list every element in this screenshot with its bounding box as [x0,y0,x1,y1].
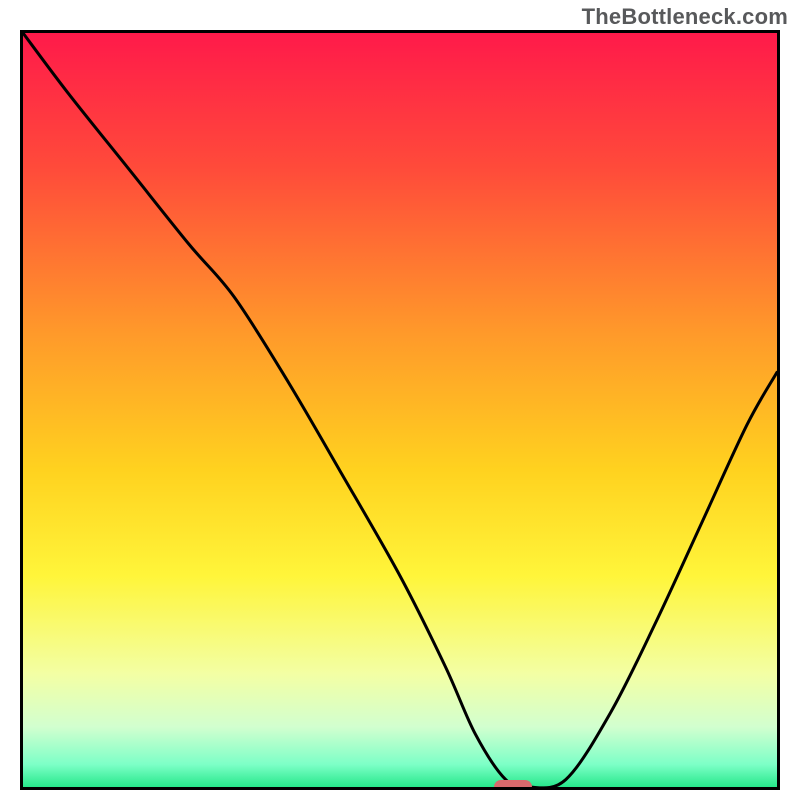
chart-container: TheBottleneck.com [0,0,800,800]
watermark-label: TheBottleneck.com [582,4,788,30]
bottleneck-curve [23,33,777,787]
plot-frame [20,30,780,790]
optimal-marker [494,780,532,790]
